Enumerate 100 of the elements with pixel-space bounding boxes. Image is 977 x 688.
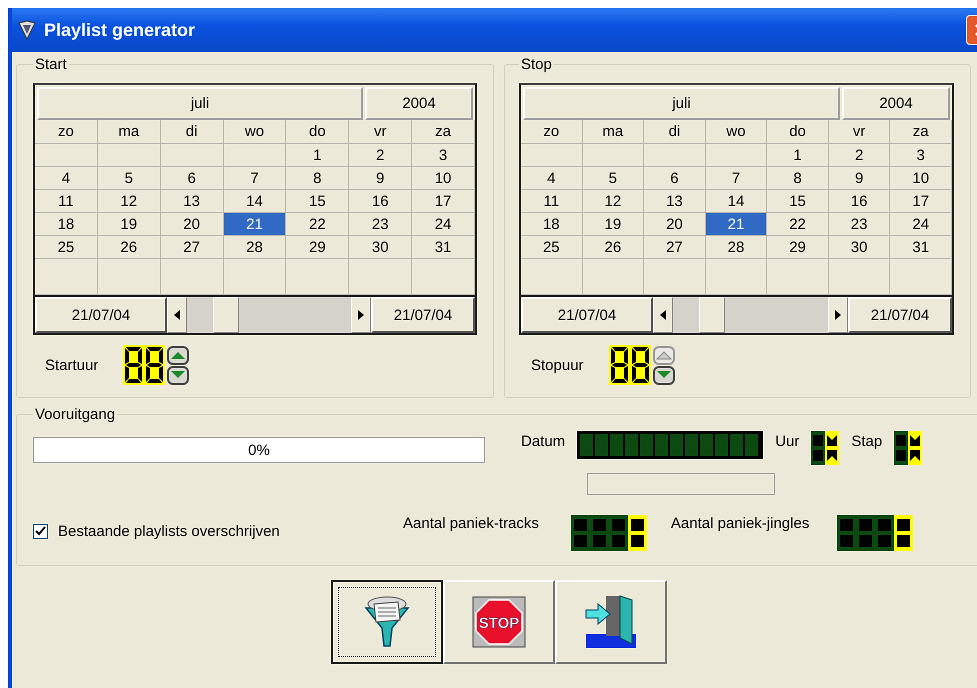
day-cell[interactable]: 28: [706, 236, 768, 259]
generate-button[interactable]: [331, 580, 443, 664]
day-cell[interactable]: 25: [35, 236, 98, 259]
day-cell[interactable]: 1: [767, 144, 829, 167]
empty-day-cell: [412, 259, 475, 295]
overwrite-checkbox[interactable]: Bestaande playlists overschrijven: [33, 523, 403, 540]
day-cell[interactable]: 27: [160, 236, 224, 259]
day-cell[interactable]: 26: [582, 236, 644, 259]
day-cell[interactable]: 22: [286, 213, 350, 236]
scroll-left-button[interactable]: [167, 297, 187, 333]
day-cell[interactable]: 31: [890, 236, 952, 259]
day-cell[interactable]: 26: [98, 236, 161, 259]
scrollbar-track[interactable]: [673, 297, 828, 333]
stop-button[interactable]: STOP: [443, 580, 555, 664]
empty-day-cell: [644, 259, 706, 295]
day-cell[interactable]: 29: [286, 236, 350, 259]
day-cell[interactable]: 31: [412, 236, 475, 259]
day-cell[interactable]: 9: [349, 167, 412, 190]
day-cell[interactable]: 22: [767, 213, 829, 236]
day-cell[interactable]: 3: [412, 144, 475, 167]
day-cell[interactable]: 23: [349, 213, 412, 236]
day-cell[interactable]: 21: [224, 213, 286, 236]
day-cell[interactable]: 17: [412, 190, 475, 213]
window-title: Playlist generator: [44, 20, 196, 40]
date-field[interactable]: 21/07/04: [521, 297, 653, 333]
day-cell[interactable]: 12: [582, 190, 644, 213]
scroll-right-button[interactable]: [351, 297, 371, 333]
month-header[interactable]: juli: [523, 87, 840, 120]
date-field[interactable]: 21/07/04: [35, 297, 167, 333]
weekday-header: za: [890, 120, 952, 144]
day-cell[interactable]: 30: [349, 236, 412, 259]
day-cell[interactable]: 11: [521, 190, 583, 213]
day-cell[interactable]: 4: [521, 167, 583, 190]
led-display-drawing: [811, 431, 840, 465]
day-cell[interactable]: 19: [98, 213, 161, 236]
scroll-right-button[interactable]: [828, 297, 848, 333]
day-cell[interactable]: 24: [412, 213, 475, 236]
day-cell[interactable]: 2: [349, 144, 412, 167]
day-cell[interactable]: 16: [828, 190, 890, 213]
month-header[interactable]: juli: [37, 87, 363, 120]
year-header[interactable]: 2004: [365, 87, 473, 120]
day-cell[interactable]: 19: [582, 213, 644, 236]
day-cell[interactable]: 18: [521, 213, 583, 236]
day-cell[interactable]: 8: [286, 167, 350, 190]
up-arrow-icon: [169, 350, 187, 360]
weekday-header: za: [412, 120, 475, 144]
day-cell[interactable]: 10: [412, 167, 475, 190]
scrollbar-thumb[interactable]: [699, 297, 725, 333]
day-cell[interactable]: 1: [286, 144, 350, 167]
down-arrow-icon: [169, 370, 187, 380]
day-cell[interactable]: 9: [828, 167, 890, 190]
day-cell[interactable]: 15: [286, 190, 350, 213]
day-cell[interactable]: 10: [890, 167, 952, 190]
day-cell[interactable]: 4: [35, 167, 98, 190]
date-field[interactable]: 21/07/04: [371, 297, 475, 333]
calendar[interactable]: juli 2004 zo ma di wo do vr za 1 2 3 4 5 6 7 8 9 10 11 12 13 14 15 16 17 18 19 20 21 22 23 24 25 26 27 28 29 30 31 21/07/04 21/07/04: [519, 83, 954, 335]
scrollbar-thumb[interactable]: [213, 297, 239, 333]
exit-button[interactable]: [555, 580, 667, 664]
calendar[interactable]: juli 2004 zo ma di wo do vr za 1 2 3 4 5 6 7 8 9 10 11 12 13 14 15 16 17 18 19 20 21 22 23 24 25 26 27 28 29 30 31 21/07/04 21/07/04: [33, 83, 477, 335]
weekday-header: zo: [35, 120, 98, 144]
scrollbar-track[interactable]: [187, 297, 351, 333]
scroll-left-button[interactable]: [653, 297, 673, 333]
day-cell[interactable]: 30: [828, 236, 890, 259]
day-cell[interactable]: 29: [767, 236, 829, 259]
year-header[interactable]: 2004: [842, 87, 950, 120]
day-cell[interactable]: 7: [224, 167, 286, 190]
date-field[interactable]: 21/07/04: [848, 297, 952, 333]
day-cell[interactable]: 5: [98, 167, 161, 190]
day-cell[interactable]: 5: [582, 167, 644, 190]
day-cell[interactable]: 6: [160, 167, 224, 190]
day-cell[interactable]: 12: [98, 190, 161, 213]
day-cell[interactable]: 8: [767, 167, 829, 190]
day-cell[interactable]: 27: [644, 236, 706, 259]
day-cell[interactable]: 21: [706, 213, 768, 236]
day-cell[interactable]: 13: [160, 190, 224, 213]
spin-up-button[interactable]: [167, 346, 189, 364]
empty-day-cell: [286, 259, 350, 295]
day-cell[interactable]: 7: [706, 167, 768, 190]
day-cell[interactable]: 6: [644, 167, 706, 190]
empty-day-cell: [224, 259, 286, 295]
spin-down-button[interactable]: [653, 366, 675, 384]
day-cell[interactable]: 15: [767, 190, 829, 213]
day-cell[interactable]: 16: [349, 190, 412, 213]
weekday-header: do: [286, 120, 350, 144]
text-field[interactable]: [587, 473, 775, 495]
empty-day-cell: [706, 259, 768, 295]
empty-day-cell: [644, 144, 706, 167]
spin-down-button[interactable]: [167, 366, 189, 384]
day-cell[interactable]: 18: [35, 213, 98, 236]
day-cell[interactable]: 25: [521, 236, 583, 259]
empty-day-cell: [767, 259, 829, 295]
day-cell[interactable]: 17: [890, 190, 952, 213]
checkbox[interactable]: [33, 524, 48, 539]
day-cell[interactable]: 24: [890, 213, 952, 236]
day-cell[interactable]: 23: [828, 213, 890, 236]
day-cell[interactable]: 28: [224, 236, 286, 259]
day-cell[interactable]: 2: [828, 144, 890, 167]
day-cell[interactable]: 3: [890, 144, 952, 167]
day-cell[interactable]: 11: [35, 190, 98, 213]
day-cell[interactable]: 13: [644, 190, 706, 213]
